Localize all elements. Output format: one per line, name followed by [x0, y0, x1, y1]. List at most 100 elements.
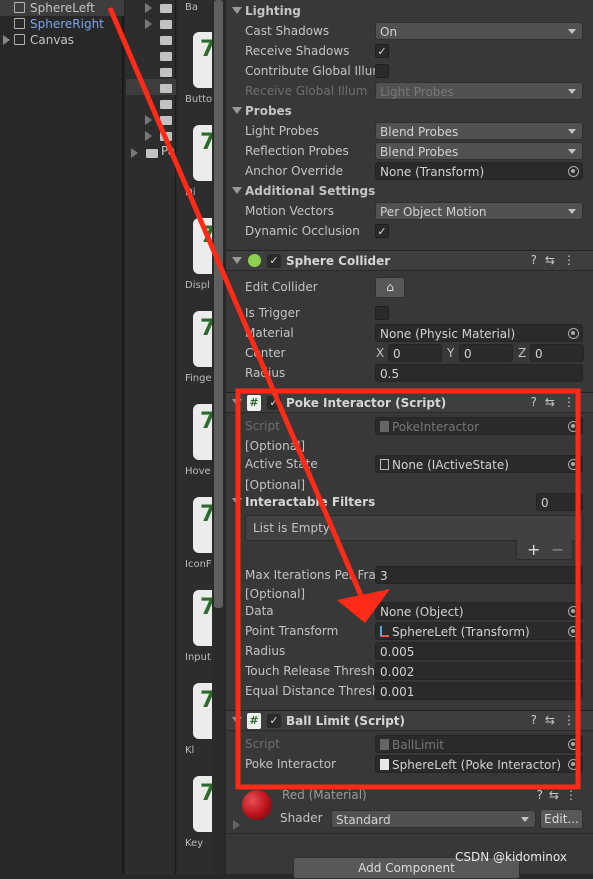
expand-icon[interactable]: [145, 19, 152, 29]
center-z-field[interactable]: 0: [530, 344, 584, 362]
folder-icon[interactable]: [160, 68, 172, 77]
checkbox[interactable]: ✓: [375, 44, 389, 58]
object-picker-icon[interactable]: [568, 328, 579, 339]
field-label: Touch Release Threshold: [245, 664, 375, 678]
asset-name[interactable]: Butto: [185, 94, 212, 105]
expand-icon[interactable]: [145, 131, 152, 141]
expand-icon[interactable]: [145, 3, 152, 13]
object-picker-icon[interactable]: [568, 759, 579, 770]
text-field[interactable]: 0.002: [375, 662, 583, 680]
remove-element-button[interactable]: −: [551, 540, 564, 559]
section-additional-settings[interactable]: Additional Settings: [245, 182, 375, 200]
object-picker-icon[interactable]: [568, 739, 579, 750]
asset-name[interactable]: Displ: [185, 280, 212, 291]
folder-icon[interactable]: [160, 36, 172, 45]
folder-icon[interactable]: [160, 20, 172, 29]
expand-icon[interactable]: [131, 148, 138, 158]
dropdown[interactable]: Per Object Motion: [375, 202, 583, 220]
object-picker-icon[interactable]: [568, 606, 579, 617]
script-asset-icon[interactable]: 7: [193, 776, 212, 832]
component-tools-icons[interactable]: ?⇆⋮: [531, 395, 583, 409]
expand-icon[interactable]: [145, 115, 152, 125]
component-header[interactable]: # ✓ Poke Interactor (Script) ?⇆⋮: [226, 392, 593, 413]
dropdown[interactable]: Blend Probes: [375, 142, 583, 160]
dropdown[interactable]: On: [375, 22, 583, 40]
material-tools-icon[interactable]: ?⇆⋮: [537, 788, 583, 802]
object-picker-icon[interactable]: [568, 421, 579, 432]
dropdown[interactable]: Blend Probes: [375, 122, 583, 140]
object-picker-icon[interactable]: [568, 166, 579, 177]
object-field[interactable]: None (Transform): [375, 162, 583, 180]
asset-name[interactable]: Finge: [185, 373, 212, 384]
folder-icon[interactable]: [160, 4, 172, 13]
component-enabled-checkbox[interactable]: ✓: [267, 714, 281, 728]
folder-icon[interactable]: [160, 52, 172, 61]
asset-name[interactable]: Ba: [185, 2, 212, 13]
assets-scrollbar-thumb[interactable]: [214, 0, 223, 608]
fold-icon[interactable]: [232, 399, 242, 406]
object-field[interactable]: SphereLeft (Transform): [375, 622, 583, 640]
center-x-field[interactable]: 0: [388, 344, 442, 362]
shader-dropdown[interactable]: Standard: [331, 810, 536, 828]
script-asset-icon[interactable]: 7: [193, 590, 212, 646]
text-field[interactable]: 0.5: [375, 364, 583, 382]
asset-name[interactable]: Input: [185, 652, 212, 663]
asset-name[interactable]: Kl: [185, 745, 212, 756]
text-field[interactable]: 0.001: [375, 682, 583, 700]
expand-icon[interactable]: [233, 820, 240, 830]
hierarchy-item[interactable]: SphereLeft: [0, 0, 124, 16]
object-field[interactable]: SphereLeft (Poke Interactor): [375, 755, 583, 773]
fold-icon[interactable]: [232, 717, 242, 724]
component-header[interactable]: # ✓ Ball Limit (Script) ?⇆⋮: [226, 710, 593, 731]
object-field[interactable]: None (IActiveState): [375, 455, 583, 473]
script-asset-icon[interactable]: 7: [193, 218, 212, 274]
folder-icon[interactable]: [146, 149, 158, 158]
asset-name[interactable]: IconF: [185, 559, 212, 570]
folder-icon[interactable]: [160, 132, 172, 141]
center-y-field[interactable]: 0: [459, 344, 513, 362]
object-field[interactable]: None (Physic Material): [375, 324, 583, 342]
folder-icon[interactable]: [160, 84, 172, 93]
script-asset-icon[interactable]: 7: [193, 497, 212, 553]
field-label: Dynamic Occlusion: [245, 224, 360, 238]
script-asset-icon[interactable]: 7: [193, 32, 212, 88]
checkbox[interactable]: [375, 306, 389, 320]
folder-icon[interactable]: [160, 116, 172, 125]
script-asset-icon[interactable]: 7: [193, 404, 212, 460]
edit-shader-button[interactable]: Edit...: [540, 809, 583, 829]
object-picker-icon[interactable]: [568, 459, 579, 470]
list-size-field[interactable]: 0: [536, 493, 583, 511]
fold-icon[interactable]: [232, 187, 242, 194]
text-field[interactable]: 3: [375, 566, 583, 584]
hierarchy-item[interactable]: SphereRight: [0, 16, 124, 32]
asset-name[interactable]: Hove: [185, 466, 212, 477]
folder-icon[interactable]: [160, 100, 172, 109]
expand-icon[interactable]: [3, 35, 10, 45]
object-picker-icon[interactable]: [568, 626, 579, 637]
field-value: 0.001: [380, 685, 415, 699]
hierarchy-item[interactable]: Canvas: [0, 32, 124, 48]
checkbox[interactable]: [375, 64, 389, 78]
section-lighting[interactable]: Lighting: [245, 2, 301, 20]
script-asset-icon[interactable]: 7: [193, 683, 212, 739]
add-element-button[interactable]: +: [527, 540, 540, 559]
fold-icon[interactable]: [232, 107, 242, 114]
component-tools-icons[interactable]: ?⇆⋮: [531, 713, 583, 727]
script-asset-icon[interactable]: 7: [193, 125, 212, 181]
asset-name[interactable]: Di: [185, 187, 212, 198]
component-tools-icons[interactable]: ?⇆⋮: [531, 253, 583, 267]
component-enabled-checkbox[interactable]: ✓: [267, 396, 281, 410]
component-header[interactable]: ✓ Sphere Collider ?⇆⋮: [226, 250, 593, 271]
checkbox[interactable]: ✓: [375, 224, 389, 238]
section-probes[interactable]: Probes: [245, 102, 292, 120]
fold-icon[interactable]: [232, 498, 242, 505]
asset-name[interactable]: Key: [185, 838, 212, 849]
text-field[interactable]: 0.005: [375, 642, 583, 660]
edit-collider-button[interactable]: ⌂: [375, 277, 405, 298]
fold-icon[interactable]: [232, 7, 242, 14]
component-enabled-checkbox[interactable]: ✓: [267, 254, 281, 268]
folder-label[interactable]: Pa: [161, 144, 175, 158]
object-field[interactable]: None (Object): [375, 602, 583, 620]
fold-icon[interactable]: [232, 257, 242, 264]
script-asset-icon[interactable]: 7: [193, 311, 212, 367]
